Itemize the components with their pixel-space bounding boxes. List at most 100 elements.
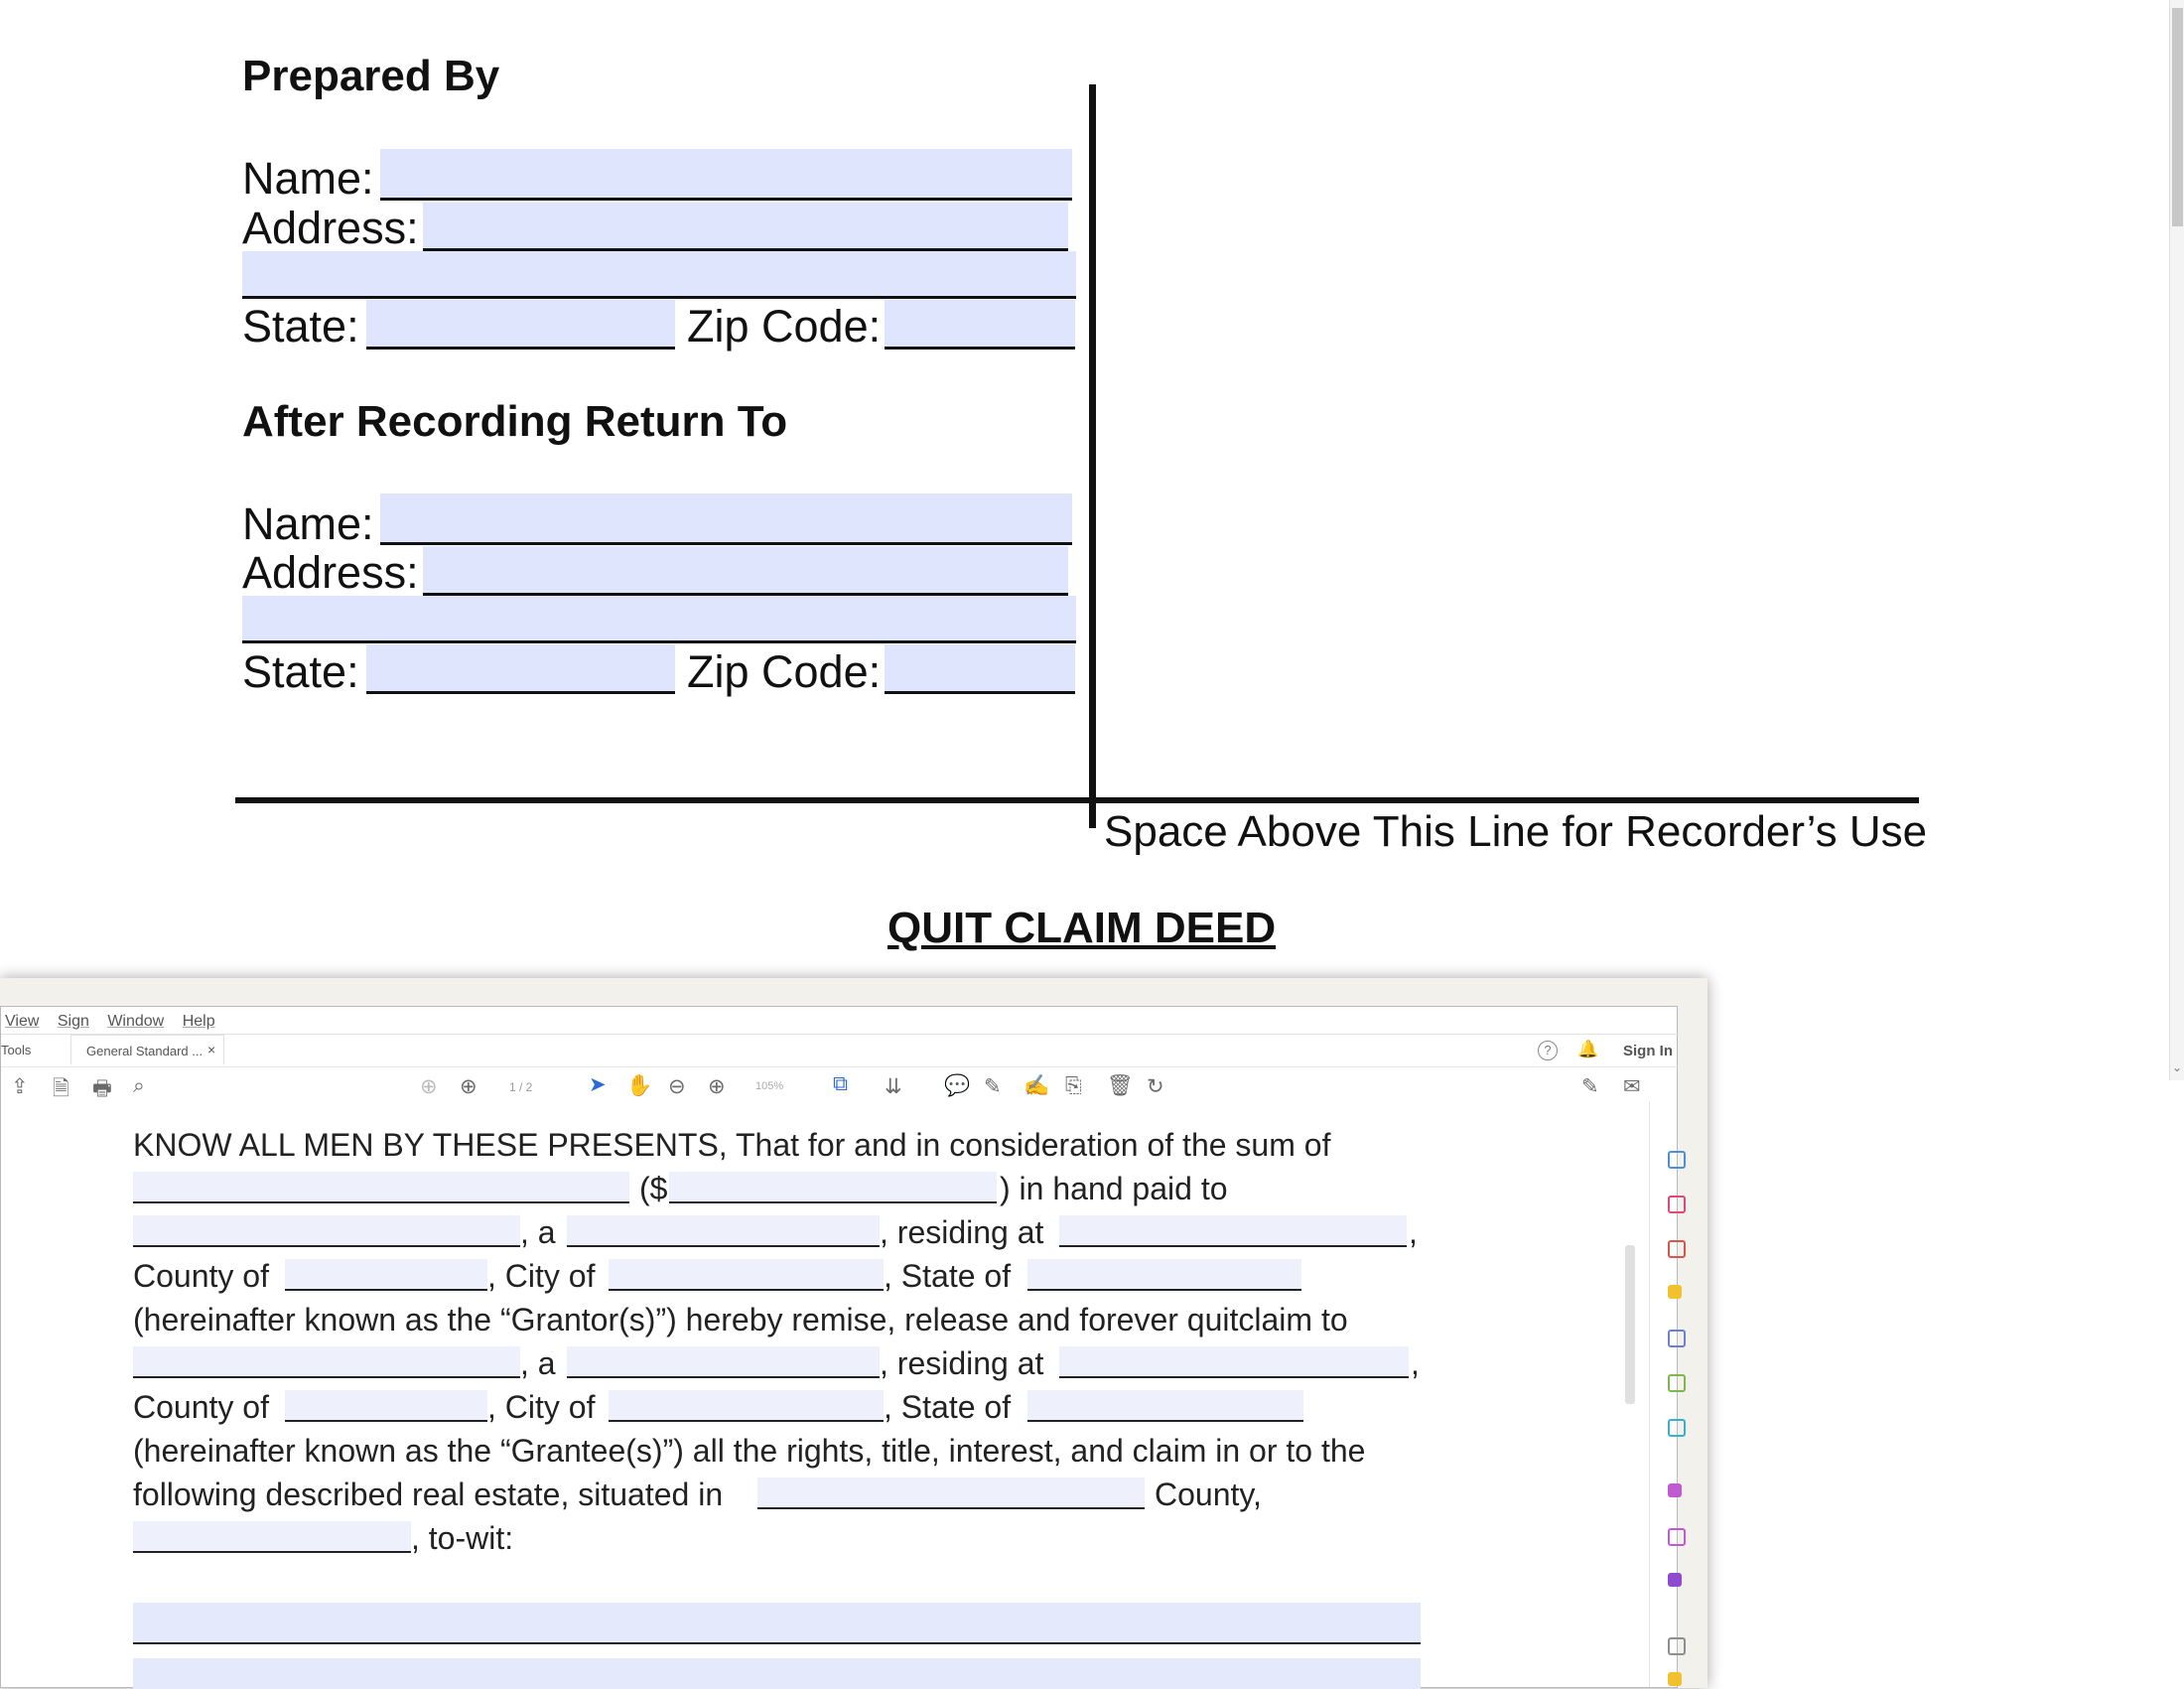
comment-icon[interactable]: 💬 — [944, 1074, 970, 1098]
viewer-scrollbar-thumb[interactable] — [1625, 1245, 1635, 1404]
prepared-state-field[interactable] — [366, 300, 675, 350]
tab-tools[interactable]: Tools — [1, 1043, 31, 1057]
legal-description-field-1[interactable] — [133, 1603, 1421, 1644]
comment-tool-icon[interactable] — [1668, 1285, 1682, 1299]
select-icon[interactable]: ➤ — [589, 1072, 607, 1097]
tab-document[interactable]: General Standard ... × — [70, 1035, 224, 1064]
return-name-field[interactable] — [380, 493, 1072, 545]
prev-page-icon[interactable]: ⊕ — [420, 1074, 438, 1099]
return-state-field[interactable] — [366, 644, 675, 694]
return-to-heading: After Recording Return To — [242, 397, 788, 446]
situated-text: following described real estate, situate… — [133, 1477, 724, 1512]
return-zip-field[interactable] — [885, 644, 1075, 694]
menu-view[interactable]: View — [5, 1013, 39, 1030]
return-state-label: State: — [242, 646, 359, 697]
prepared-address-line2-field[interactable] — [242, 251, 1076, 299]
grantor-comma: , — [1409, 1214, 1418, 1250]
fit-page-icon[interactable]: ⧉ — [833, 1072, 848, 1096]
vertical-scrollbar[interactable]: ⌄ — [2169, 0, 2184, 1080]
grantee-county-label: County of — [133, 1389, 269, 1425]
rotate-icon[interactable]: ↻ — [1147, 1074, 1164, 1099]
menu-help[interactable]: Help — [183, 1013, 215, 1030]
mail-icon[interactable]: ✉ — [1623, 1074, 1641, 1099]
recorder-note: Space Above This Line for Recorder’s Use — [1104, 807, 1928, 856]
sum-words-field[interactable] — [133, 1172, 629, 1203]
more-tools-icon[interactable] — [1668, 1637, 1686, 1655]
sign-icon[interactable]: ✍ — [1024, 1074, 1049, 1098]
close-icon[interactable]: × — [207, 1042, 215, 1057]
document-title: QUIT CLAIM DEED — [887, 904, 1277, 952]
prepared-address-label: Address: — [242, 203, 419, 253]
grantee-address-field[interactable] — [1059, 1346, 1409, 1378]
prepared-address-field[interactable] — [423, 203, 1068, 251]
protect-icon[interactable] — [1668, 1483, 1682, 1497]
help-icon[interactable]: ? — [1538, 1041, 1558, 1060]
export-pdf-icon[interactable] — [1668, 1151, 1686, 1169]
legal-description-field-2[interactable] — [133, 1658, 1421, 1689]
sum-amount-field[interactable] — [669, 1172, 997, 1203]
fill-sign-icon[interactable] — [1668, 1528, 1686, 1546]
sign-in-link[interactable]: Sign In — [1623, 1043, 1673, 1059]
grantee-name-field[interactable] — [133, 1346, 520, 1378]
document-page: Prepared By Name: Address: State: Zip Co… — [0, 0, 2169, 1080]
bell-icon[interactable]: 🔔 — [1577, 1040, 1598, 1059]
return-address-field[interactable] — [423, 546, 1068, 596]
grantor-name-field[interactable] — [133, 1215, 520, 1247]
tab-divider — [1, 1034, 1679, 1035]
prepared-name-field[interactable] — [380, 149, 1072, 201]
zoom-out-icon[interactable]: ⊖ — [668, 1074, 686, 1099]
grantee-status-field[interactable] — [567, 1346, 880, 1378]
combine-icon[interactable] — [1668, 1330, 1686, 1347]
grantee-comma: , — [1411, 1345, 1420, 1381]
search-icon[interactable]: ⌕ — [133, 1074, 145, 1098]
menu-window[interactable]: Window — [107, 1013, 164, 1030]
grantee-county-field[interactable] — [285, 1390, 487, 1422]
redact-icon[interactable] — [1668, 1419, 1686, 1437]
bookmark-icon[interactable] — [1668, 1672, 1682, 1686]
scrollbar-thumb[interactable] — [2172, 8, 2183, 226]
send-icon[interactable] — [1668, 1573, 1682, 1587]
grantor-text: (hereinafter known as the “Grantor(s)”) … — [133, 1302, 1348, 1337]
grantor-status-field[interactable] — [567, 1215, 880, 1247]
hand-icon[interactable]: ✋ — [626, 1074, 652, 1098]
upload-icon[interactable]: ⇪ — [11, 1074, 29, 1099]
grantor-county-field[interactable] — [285, 1259, 487, 1291]
pen-icon[interactable]: ✎ — [984, 1074, 1002, 1099]
grantor-state-label: , State of — [884, 1258, 1012, 1294]
delete-icon[interactable]: 🗑 — [1107, 1074, 1134, 1098]
next-page-icon[interactable]: ⊕ — [460, 1074, 478, 1099]
print-icon[interactable]: 🖶 — [92, 1074, 112, 1109]
grantee-residing-text: , residing at — [880, 1345, 1044, 1381]
zoom-in-icon[interactable]: ⊕ — [708, 1074, 726, 1099]
chevron-down-icon[interactable]: ⌄ — [2172, 1060, 2182, 1074]
edit-pdf-icon[interactable] — [1668, 1240, 1686, 1258]
situated-state-field[interactable] — [133, 1521, 411, 1553]
prepared-name-label: Name: — [242, 153, 374, 204]
prepared-zip-field[interactable] — [885, 300, 1075, 350]
grantee-city-label: , City of — [487, 1389, 596, 1425]
situated-county-field[interactable] — [757, 1478, 1145, 1509]
scroll-mode-icon[interactable]: ⇊ — [885, 1074, 902, 1099]
recorder-line — [235, 797, 1919, 803]
vertical-divider — [1089, 84, 1096, 828]
grantee-text: (hereinafter known as the “Grantee(s)”) … — [133, 1433, 1366, 1469]
pdf-viewer-window: View Sign Window Help Tools General Stan… — [0, 978, 1707, 1689]
right-tool-rail — [1649, 1101, 1686, 1687]
menu-sign[interactable]: Sign — [58, 1013, 89, 1030]
grantor-city-field[interactable] — [609, 1259, 884, 1291]
stamp-icon[interactable]: ⎘ — [1065, 1074, 1082, 1098]
save-icon[interactable]: 🗎 — [53, 1074, 69, 1109]
edit-icon[interactable]: ✎ — [1581, 1074, 1599, 1099]
return-address-line2-field[interactable] — [242, 596, 1076, 643]
create-pdf-icon[interactable] — [1668, 1196, 1686, 1213]
page-indicator[interactable]: 1 / 2 — [509, 1080, 532, 1094]
tab-document-label: General Standard ... — [86, 1044, 204, 1058]
grantor-address-field[interactable] — [1059, 1215, 1407, 1247]
zoom-level[interactable]: 105% — [755, 1080, 783, 1092]
grantee-city-field[interactable] — [609, 1390, 884, 1422]
prepared-by-heading: Prepared By — [242, 52, 500, 100]
grantor-state-field[interactable] — [1027, 1259, 1301, 1291]
grantee-state-field[interactable] — [1027, 1390, 1303, 1422]
grantor-city-label: , City of — [487, 1258, 596, 1294]
organize-icon[interactable] — [1668, 1374, 1686, 1392]
